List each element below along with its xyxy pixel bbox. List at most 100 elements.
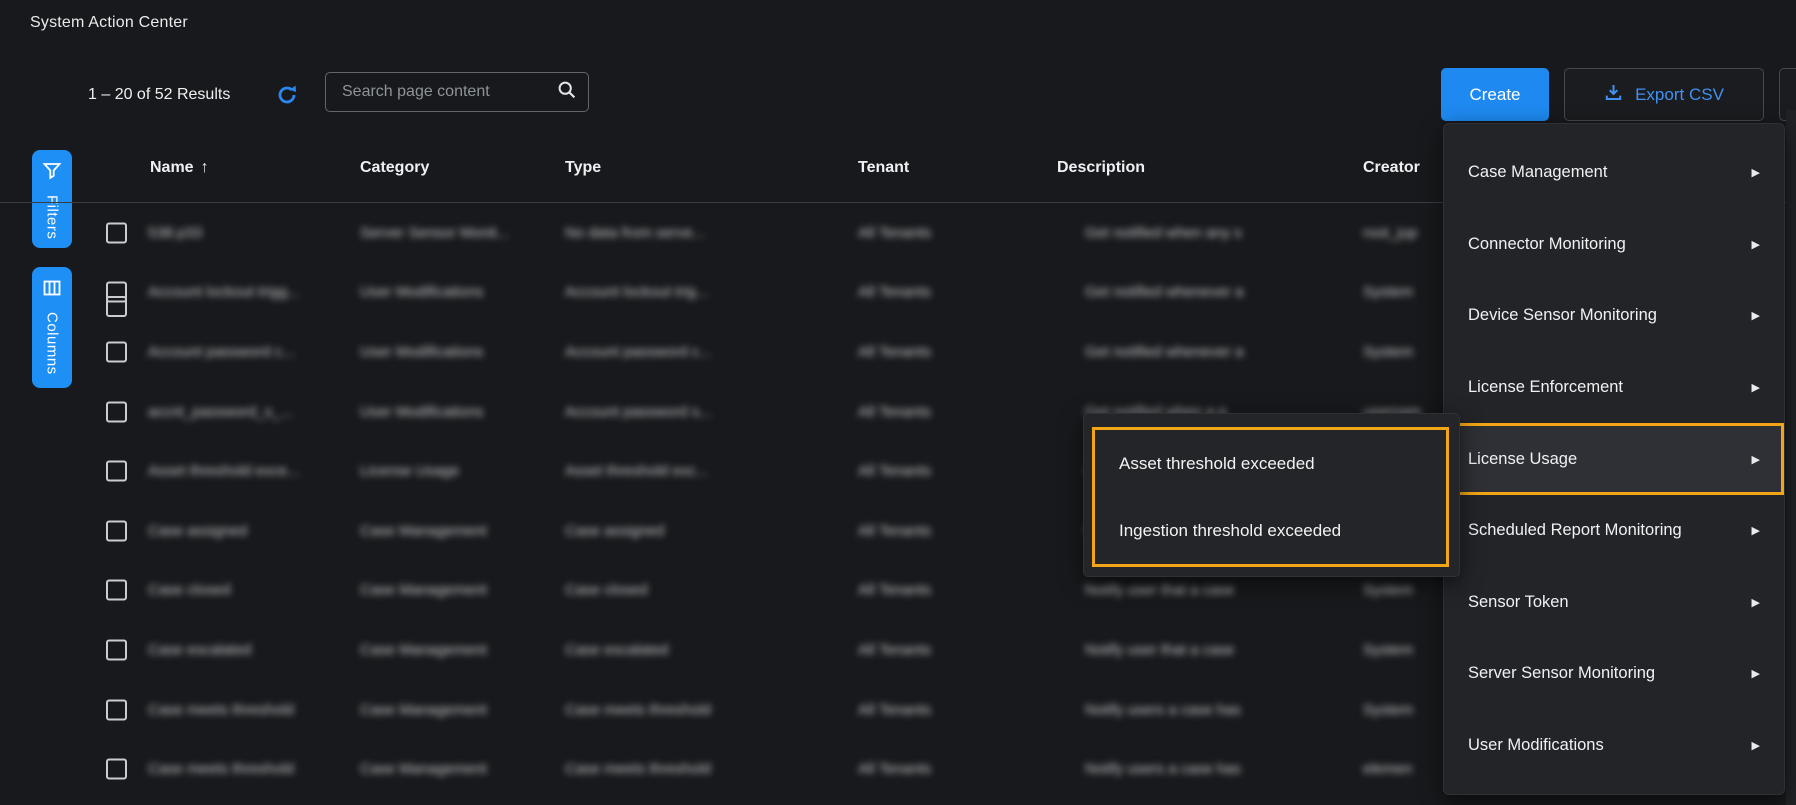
submenu-item-ingestion-threshold-exceeded[interactable]: Ingestion threshold exceeded [1095,497,1446,564]
export-csv-button[interactable]: Export CSV [1564,68,1764,121]
menu-item-label: Server Sensor Monitoring [1468,664,1655,683]
submenu-item-asset-threshold-exceeded[interactable]: Asset threshold exceeded [1095,430,1446,497]
cell-creator: System [1363,701,1443,718]
cell-tenant: All Tenants [858,641,988,658]
cell-description: Notify users a case has [1085,761,1353,778]
cell-category: Case Management [360,582,555,599]
cell-name: Asset threshold exce... [148,463,353,480]
cell-type: Account password c... [565,343,750,360]
cell-category: Case Management [360,701,555,718]
cell-name: Case assigned [148,522,353,539]
download-icon [1604,83,1623,107]
cell-description: Get notified whenever a [1085,343,1353,360]
column-header-category[interactable]: Category [360,159,429,177]
cell-name: Account password c... [148,343,353,360]
cell-creator: System [1363,343,1443,360]
column-header-name[interactable]: Name↑ [150,159,209,177]
sort-ascending-icon: ↑ [201,159,209,176]
cell-description: Get notified whenever a [1085,284,1353,301]
menu-item-connector-monitoring[interactable]: Connector Monitoring ▶ [1444,209,1784,281]
cell-creator: root_jup [1363,224,1443,241]
chevron-right-icon: ▶ [1752,238,1760,251]
cell-name: Account lockout trigg... [148,284,353,301]
row-checkbox[interactable] [106,639,127,660]
menu-item-scheduled-report-monitoring[interactable]: Scheduled Report Monitoring ▶ [1444,495,1784,567]
menu-item-license-enforcement[interactable]: License Enforcement ▶ [1444,352,1784,424]
cell-type: Case meets threshold [565,761,750,778]
column-header-description[interactable]: Description [1057,159,1145,177]
row-checkbox[interactable] [106,401,127,422]
chevron-right-icon: ▶ [1752,381,1760,394]
chevron-right-icon: ▶ [1752,596,1760,609]
cell-category: Case Management [360,641,555,658]
search-input[interactable] [326,83,557,101]
system-action-center-page: System Action Center 1 – 20 of 52 Result… [0,0,1796,805]
cell-description: Notify user that a case [1085,582,1353,599]
cell-tenant: All Tenants [858,701,988,718]
create-dropdown-menu: Case Management▶Connector Monitoring▶Dev… [1443,123,1785,795]
page-title: System Action Center [30,14,188,32]
cell-creator: elemen [1363,761,1443,778]
cell-type: No data from serve... [565,224,750,241]
cell-category: User Modifications [360,284,555,301]
cell-description: Notify users a case has [1085,701,1353,718]
column-header-type[interactable]: Type [565,159,601,177]
chevron-right-icon: ▶ [1752,309,1760,322]
menu-item-label: Connector Monitoring [1468,235,1626,254]
cell-tenant: All Tenants [858,463,988,480]
cell-name: Case meets threshold [148,701,353,718]
cell-type: Account password s... [565,403,750,420]
row-checkbox[interactable] [106,222,127,243]
scrollbar[interactable] [1786,110,1796,805]
row-checkbox[interactable] [106,759,127,780]
create-button[interactable]: Create [1441,68,1549,121]
row-checkbox[interactable] [106,341,127,362]
menu-item-label: Scheduled Report Monitoring [1468,521,1682,540]
menu-item-label: License Enforcement [1468,378,1623,397]
cell-type: Case escalated [565,641,750,658]
menu-item-label: User Modifications [1468,736,1604,755]
menu-item-label: License Usage [1468,450,1577,469]
row-checkbox[interactable] [106,699,127,720]
cell-description: Notify user that a case [1085,641,1353,658]
menu-item-label: Case Management [1468,163,1607,182]
cell-creator: System [1363,582,1443,599]
cell-name: accnt_password_s_... [148,403,353,420]
cell-tenant: All Tenants [858,403,988,420]
menu-item-device-sensor-monitoring[interactable]: Device Sensor Monitoring ▶ [1444,280,1784,352]
cell-creator: System [1363,641,1443,658]
cell-type: Asset threshold exc... [565,463,750,480]
menu-item-sensor-token[interactable]: Sensor Token ▶ [1444,567,1784,639]
column-header-creator[interactable]: Creator [1363,159,1420,177]
menu-item-case-management[interactable]: Case Management ▶ [1444,137,1784,209]
row-checkbox[interactable] [106,520,127,541]
cell-name: Case meets threshold [148,761,353,778]
license-usage-submenu: Asset threshold exceededIngestion thresh… [1083,413,1460,577]
row-checkbox[interactable] [106,461,127,482]
row-checkbox[interactable] [106,580,127,601]
refresh-icon[interactable] [276,84,298,106]
menu-item-label: Device Sensor Monitoring [1468,306,1657,325]
column-header-tenant[interactable]: Tenant [858,159,909,177]
chevron-right-icon: ▶ [1752,166,1760,179]
cell-tenant: All Tenants [858,582,988,599]
cell-category: License Usage [360,463,555,480]
cell-tenant: All Tenants [858,343,988,360]
cell-name: 538.p33 [148,224,353,241]
search-icon [557,80,577,105]
menu-item-user-modifications[interactable]: User Modifications ▶ [1444,710,1784,782]
cell-type: Account lockout trig... [565,284,750,301]
menu-item-label: Sensor Token [1468,593,1569,612]
export-csv-label: Export CSV [1635,85,1724,105]
cell-creator: System [1363,284,1443,301]
chevron-right-icon: ▶ [1752,739,1760,752]
cell-category: Server Sensor Monit... [360,224,555,241]
row-checkbox[interactable] [106,282,127,303]
menu-item-license-usage[interactable]: License Usage▶ [1444,423,1784,495]
cell-name: Case closed [148,582,353,599]
cell-tenant: All Tenants [858,761,988,778]
chevron-right-icon: ▶ [1752,524,1760,537]
cell-tenant: All Tenants [858,522,988,539]
cell-name: Case escalated [148,641,353,658]
menu-item-server-sensor-monitoring[interactable]: Server Sensor Monitoring▶ [1444,638,1784,710]
